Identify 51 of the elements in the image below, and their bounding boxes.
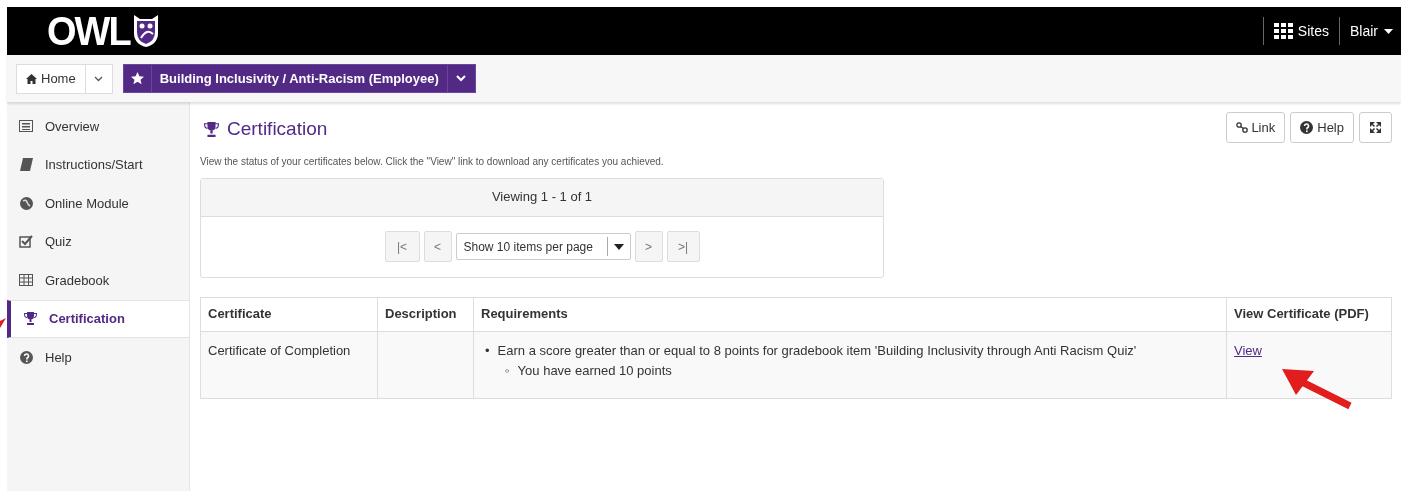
annotation-arrow-tip <box>0 318 6 328</box>
book-icon <box>19 158 33 172</box>
column-header: Requirements <box>473 297 1227 331</box>
grid-icon <box>1273 23 1293 39</box>
page-size-select[interactable]: Show 10 items per page <box>455 233 631 260</box>
annotation-arrow <box>1280 366 1352 410</box>
sidebar-item[interactable]: Certification <box>7 299 189 338</box>
link-icon <box>1236 122 1249 133</box>
sites-menu[interactable]: Sites <box>1263 20 1339 42</box>
link-button[interactable]: Link <box>1226 112 1286 143</box>
help-icon <box>19 350 33 364</box>
viewing-status: Viewing 1 - 1 of 1 <box>201 178 883 217</box>
page-title: Certification <box>227 117 328 141</box>
bullet: ◦ <box>505 361 510 380</box>
first-page-button[interactable]: |< <box>384 231 420 262</box>
progress-text: You have earned 10 points <box>517 361 672 380</box>
column-header: View Certificate (PDF) <box>1226 297 1392 331</box>
last-page-button[interactable]: >| <box>666 231 700 262</box>
column-header: Description <box>377 297 474 331</box>
view-link[interactable]: View <box>1234 342 1262 358</box>
requirement-text: Earn a score greater than or equal to 8 points for gradebook item 'Building Inclusivity through Anti Racism Quiz' <box>497 341 1137 360</box>
table-cell: Certificate of Completion <box>200 331 378 398</box>
checkbox-icon <box>19 235 33 249</box>
globe-icon <box>19 196 33 210</box>
previous-page-button[interactable]: < <box>423 231 452 262</box>
trophy-icon <box>204 121 219 137</box>
chevron-down-icon <box>94 75 104 82</box>
table-icon <box>19 274 33 287</box>
logo[interactable]: OWL <box>47 11 130 51</box>
help-icon <box>1300 121 1314 134</box>
fullscreen-button[interactable] <box>1359 112 1392 143</box>
user-menu[interactable]: Blair <box>1340 20 1401 42</box>
sidebar-item[interactable]: Gradebook <box>7 261 189 300</box>
caret-icon <box>613 243 624 250</box>
home-icon <box>26 73 37 84</box>
list-icon <box>19 120 33 133</box>
owl-shield-icon <box>132 14 159 48</box>
column-header: Certificate <box>200 297 378 331</box>
intro-text: View the status of your certificates below. Click the "View" link to download any certificates you achieved. <box>200 156 665 167</box>
expand-icon <box>1370 122 1381 133</box>
caret-icon <box>1384 28 1393 34</box>
bullet: • <box>485 341 490 360</box>
sidebar-item[interactable]: Instructions/Start <box>7 145 189 184</box>
sidebar-item[interactable]: Online Module <box>7 184 189 223</box>
chevron-down-icon <box>456 75 467 82</box>
next-page-button[interactable]: > <box>634 231 663 262</box>
sidebar-item[interactable]: Overview <box>7 107 189 146</box>
sidebar-item[interactable]: Help <box>7 338 189 377</box>
help-button[interactable]: Help <box>1290 112 1354 143</box>
sidebar-item[interactable]: Quiz <box>7 222 189 261</box>
trophy-icon <box>23 312 37 326</box>
